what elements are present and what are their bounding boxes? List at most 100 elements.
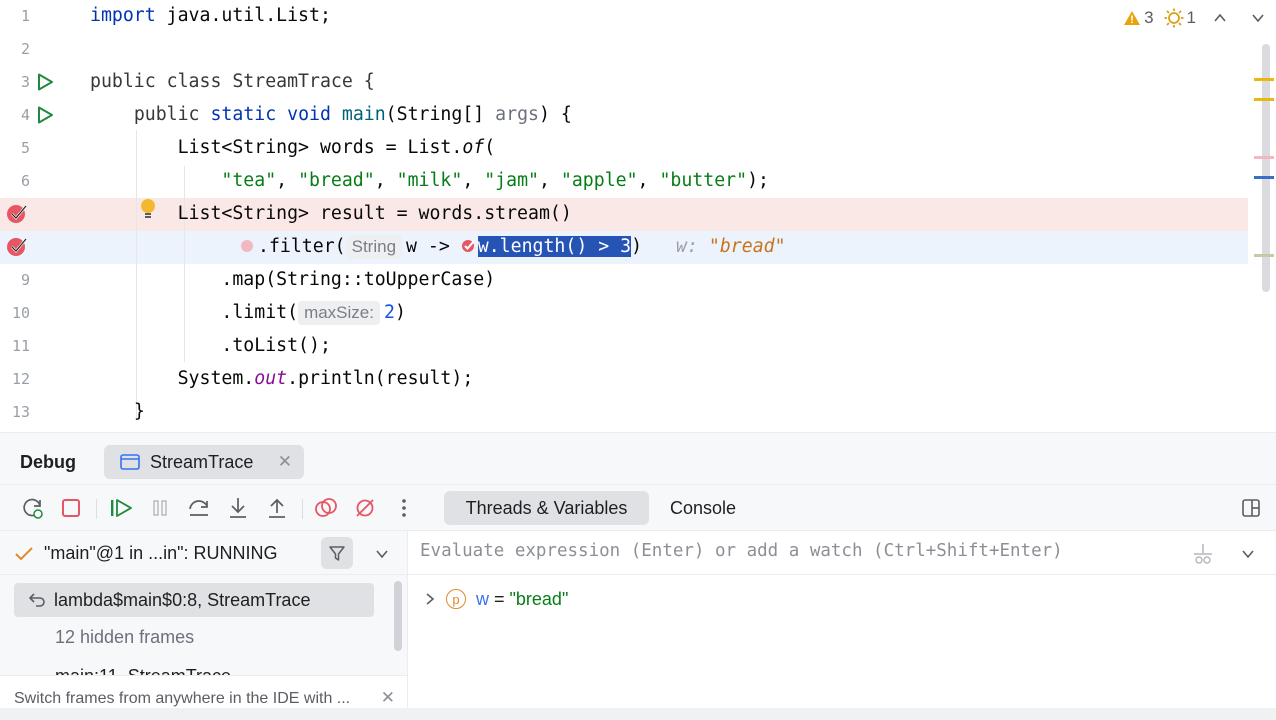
frame-item-selected[interactable]: lambda$main$0:8, StreamTrace xyxy=(14,583,374,617)
debug-tool-window: Debug StreamTrace ✕ Threads & Variables … xyxy=(0,432,1276,720)
application-icon xyxy=(120,454,140,470)
close-icon[interactable]: ✕ xyxy=(381,688,395,708)
code-text: (String[] xyxy=(385,104,496,125)
chevron-up-icon[interactable] xyxy=(1212,10,1228,26)
tab-threads-variables[interactable]: Threads & Variables xyxy=(444,491,649,525)
mute-breakpoints-button[interactable] xyxy=(352,495,378,521)
frames-pane: "main"@1 in ...in": RUNNING lambda$main$… xyxy=(0,531,407,720)
chevron-down-icon[interactable] xyxy=(1250,10,1266,26)
inline-value-label: w: xyxy=(676,236,709,257)
hidden-frames-item[interactable]: 12 hidden frames xyxy=(55,627,194,648)
code-text: .limit( xyxy=(221,302,299,323)
code-text: , xyxy=(538,170,561,191)
info-marker[interactable] xyxy=(1254,254,1274,257)
line-number: 3 xyxy=(20,73,30,91)
code-line-13: } xyxy=(90,400,145,424)
code-editor[interactable]: 1 2 3 4 5 6 9 10 11 12 13 import java.ut… xyxy=(0,0,1276,430)
rerun-button[interactable] xyxy=(20,495,46,521)
step-out-button[interactable] xyxy=(264,495,290,521)
layout-settings-button[interactable] xyxy=(1238,495,1264,521)
evaluate-row xyxy=(408,531,1276,575)
inline-debug-value: w: "bread" xyxy=(676,236,786,257)
warning-icon xyxy=(1124,11,1141,25)
code-text: .toList(); xyxy=(221,335,331,356)
code-text: java.util.List; xyxy=(155,5,331,26)
tab-console[interactable]: Console xyxy=(670,491,736,525)
code-text: w -> xyxy=(406,236,461,257)
breakpoint-marker[interactable] xyxy=(1254,156,1274,159)
step-into-button[interactable] xyxy=(225,495,251,521)
code-text: ); xyxy=(747,170,769,191)
status-bar xyxy=(0,708,1276,720)
evaluate-expression-input[interactable] xyxy=(420,541,1180,561)
lambda-breakpoint-icon[interactable] xyxy=(461,239,475,253)
chevron-down-icon[interactable] xyxy=(1240,546,1256,562)
code-text: .map(String::toUpperCase) xyxy=(221,269,496,290)
caret-marker[interactable] xyxy=(1254,176,1274,179)
filter-button[interactable] xyxy=(321,537,353,569)
thread-label: "main"@1 in ...in": RUNNING xyxy=(44,543,278,563)
run-icon[interactable] xyxy=(36,73,54,91)
code-text: , xyxy=(276,170,299,191)
chevron-right-icon[interactable] xyxy=(424,592,436,606)
type-hint: String xyxy=(345,235,403,259)
step-over-icon xyxy=(189,500,208,516)
code-text: ) xyxy=(394,302,406,323)
more-options-button[interactable] xyxy=(391,495,417,521)
pause-button[interactable] xyxy=(147,495,173,521)
lambda-breakpoint-icon[interactable] xyxy=(240,239,254,253)
code-line-1: import java.util.List; xyxy=(90,4,331,28)
warning-marker[interactable] xyxy=(1254,78,1274,81)
run-icon[interactable] xyxy=(36,106,54,124)
stop-button[interactable] xyxy=(58,495,84,521)
string-literal: "jam" xyxy=(484,170,539,191)
weak-warnings-count[interactable]: 1 xyxy=(1164,8,1196,28)
thread-selector[interactable]: "main"@1 in ...in": RUNNING xyxy=(0,531,407,575)
add-watch-icon[interactable] xyxy=(1192,543,1214,565)
code-text: ( xyxy=(484,137,496,158)
variable-value: "bread" xyxy=(509,588,569,609)
method-name: main xyxy=(330,104,386,125)
variable-name: w xyxy=(476,588,489,609)
inline-value: "bread" xyxy=(708,236,786,257)
view-breakpoints-button[interactable] xyxy=(313,495,339,521)
code-line-12: System.out.println(result); xyxy=(90,367,474,391)
breakpoint-icon[interactable] xyxy=(6,236,28,258)
session-tab[interactable]: StreamTrace ✕ xyxy=(104,445,304,479)
resume-button[interactable] xyxy=(108,495,134,521)
code-text: , xyxy=(462,170,485,191)
line-number: 5 xyxy=(20,139,30,157)
string-literal: "apple" xyxy=(560,170,638,191)
string-literal: "bread" xyxy=(298,170,375,191)
breakpoint-icon[interactable] xyxy=(6,203,28,225)
return-arrow-icon xyxy=(28,593,45,607)
close-icon[interactable]: ✕ xyxy=(278,452,292,472)
method-name: of xyxy=(462,137,485,158)
code-line-10: .limit(maxSize: 2) xyxy=(90,301,406,325)
line-number: 10 xyxy=(11,304,30,322)
warnings-count[interactable]: 3 xyxy=(1123,8,1154,28)
frames-scrollbar[interactable] xyxy=(394,581,402,651)
code-line-7: List<String> result = words.stream() xyxy=(90,202,572,226)
line-number: 2 xyxy=(20,40,30,58)
code-text: , xyxy=(374,170,397,191)
variable-equals: = xyxy=(489,588,510,609)
line-number: 12 xyxy=(11,370,30,388)
line-number: 9 xyxy=(20,271,30,289)
inspection-widget[interactable]: 3 1 xyxy=(1123,8,1266,28)
keyword: void xyxy=(276,104,331,125)
variable-row[interactable]: p w = "bread" xyxy=(424,585,568,613)
resume-icon xyxy=(111,499,132,517)
layout-icon xyxy=(1242,499,1260,517)
chevron-down-icon[interactable] xyxy=(374,546,390,562)
warning-marker[interactable] xyxy=(1254,98,1274,101)
session-tab-label: StreamTrace xyxy=(150,451,254,472)
filter-icon xyxy=(329,546,345,561)
selected-expression[interactable]: w.length() > 3 xyxy=(477,236,632,257)
code-text: List<String> words = List. xyxy=(177,137,463,158)
frame-item[interactable]: main:11, StreamTrace xyxy=(55,661,231,675)
step-over-button[interactable] xyxy=(186,495,212,521)
toolbar-separator xyxy=(96,499,97,519)
parameter: args xyxy=(495,104,539,125)
code-text: , xyxy=(637,170,660,191)
